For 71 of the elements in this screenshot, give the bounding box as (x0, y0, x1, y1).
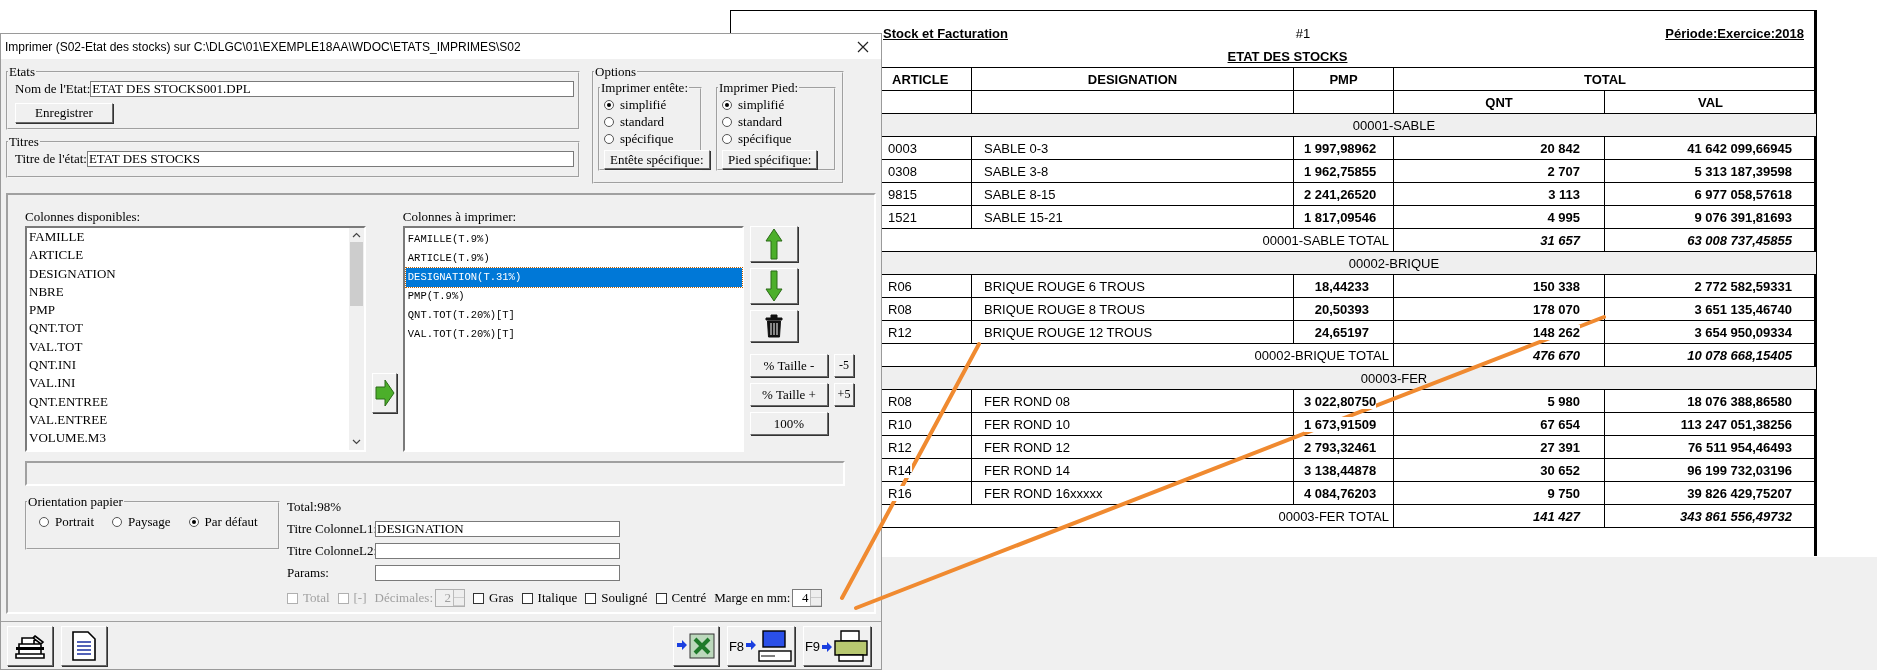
list-item[interactable]: VOLUME.M3 (29, 429, 350, 448)
spinner-label: Marge en mm: (714, 590, 791, 606)
reset-size-button[interactable]: 100% (750, 412, 828, 435)
spinner-field[interactable]: 4 (792, 589, 823, 607)
list-item[interactable]: FAMILLE(T.9%) (405, 230, 742, 249)
column-header: QNT (1393, 90, 1605, 114)
page-number: #1 (1294, 26, 1312, 43)
list-item[interactable]: PMP (29, 301, 350, 320)
radio-option[interactable]: Paysage (112, 513, 171, 530)
report-period: Période:Exercice:2018 (1664, 26, 1805, 43)
step-button[interactable]: +5 (834, 383, 854, 406)
save-button[interactable]: Enregistrer (15, 103, 113, 123)
list-item[interactable]: QNT.TOT(T.20%)[T] (405, 306, 742, 325)
group-label: Imprimer entête: (600, 80, 689, 96)
list-item[interactable]: VAL.ENTREE (29, 410, 350, 430)
list-item[interactable]: VAL.TOT(T.20%)[T] (405, 325, 742, 344)
field-label: Titre ColonneL2: (287, 542, 375, 559)
radio-option[interactable]: Par défaut (188, 513, 258, 530)
column-header: TOTAL (1393, 67, 1817, 91)
checkbox-option[interactable]: Gras (473, 590, 514, 606)
checkbox-option[interactable]: Souligné (585, 590, 648, 606)
list-item[interactable]: QNT.INI (29, 356, 350, 375)
radio-option[interactable]: Portrait (39, 513, 94, 530)
table-cell: R14 (888, 462, 912, 478)
group-label: Imprimer Pied: (718, 80, 800, 96)
list-item[interactable]: PMP(T.9%) (405, 287, 742, 306)
preview-button[interactable]: F8 (727, 626, 795, 666)
field-label: Params: (287, 564, 330, 581)
spinner-label: Décimales: (374, 590, 433, 606)
specific-button[interactable]: Pied spécifique: (722, 150, 818, 169)
list-item[interactable]: NBRE (29, 282, 350, 302)
input-field[interactable]: ETAT DES STOCKS (86, 151, 574, 167)
table-cell: R16 (888, 485, 912, 501)
size-button[interactable]: % Taille + (750, 383, 828, 406)
list-item[interactable]: QNT.TOT (29, 319, 350, 338)
list-item[interactable]: VAL.INI (29, 374, 350, 393)
list-item[interactable]: VAL.TOT (29, 337, 350, 357)
list-item[interactable]: FAMILLE (29, 228, 350, 247)
table-cell: 148 262 (1533, 324, 1580, 340)
column-header: PMP (1293, 67, 1394, 91)
list-label: Colonnes disponibles: (25, 209, 142, 226)
field-label: Titre de l'état: (14, 151, 87, 167)
field-label: Nom de l'Etat: (14, 81, 91, 97)
table-cell: 1 673,91509 (1304, 416, 1377, 432)
list-item[interactable]: DESIGNATION(T.31%) (405, 268, 742, 287)
report-header-title: Stock et Facturation (883, 26, 1009, 43)
column-header: VAL (1604, 90, 1817, 114)
group-label: Etats (8, 64, 36, 80)
list-item[interactable]: QNT.ENTREE (29, 392, 350, 411)
report-title: ETAT DES STOCKS (1227, 49, 1348, 64)
group-label: Titres (8, 136, 40, 150)
group-label: Options (594, 66, 638, 80)
size-button[interactable]: % Taille - (750, 354, 828, 377)
total-percentage: Total:98% (287, 499, 342, 515)
input-field[interactable]: ETAT DES STOCKS001.DPL (90, 81, 574, 97)
specific-button[interactable]: Entête spécifique: (604, 150, 710, 169)
input-field[interactable]: DESIGNATION (375, 520, 620, 537)
column-header: DESIGNATION (971, 67, 1294, 91)
window-title: Imprimer (S02-Etat des stocks) sur C:\DLGC\01\EXEMPLE18AA\WDOC\ETATS_IMPRIMES\S02 (5, 39, 522, 54)
list-label: Colonnes à imprimer: (402, 209, 518, 226)
print-button[interactable]: F9 (803, 626, 871, 666)
radio-option[interactable]: spécifique (604, 130, 696, 147)
list-item[interactable]: ARTICLE (29, 246, 350, 265)
radio-option[interactable]: simplifié (722, 96, 830, 113)
list-item[interactable]: ARTICLE(T.9%) (405, 249, 742, 268)
checkbox-option[interactable]: Italique (521, 590, 578, 606)
group-label: Orientation papier (27, 494, 124, 510)
radio-option[interactable]: simplifié (604, 96, 696, 113)
list-item[interactable]: DESIGNATION (29, 264, 350, 283)
radio-option[interactable]: standard (604, 113, 696, 130)
checkbox-option[interactable]: Centré (655, 590, 707, 606)
